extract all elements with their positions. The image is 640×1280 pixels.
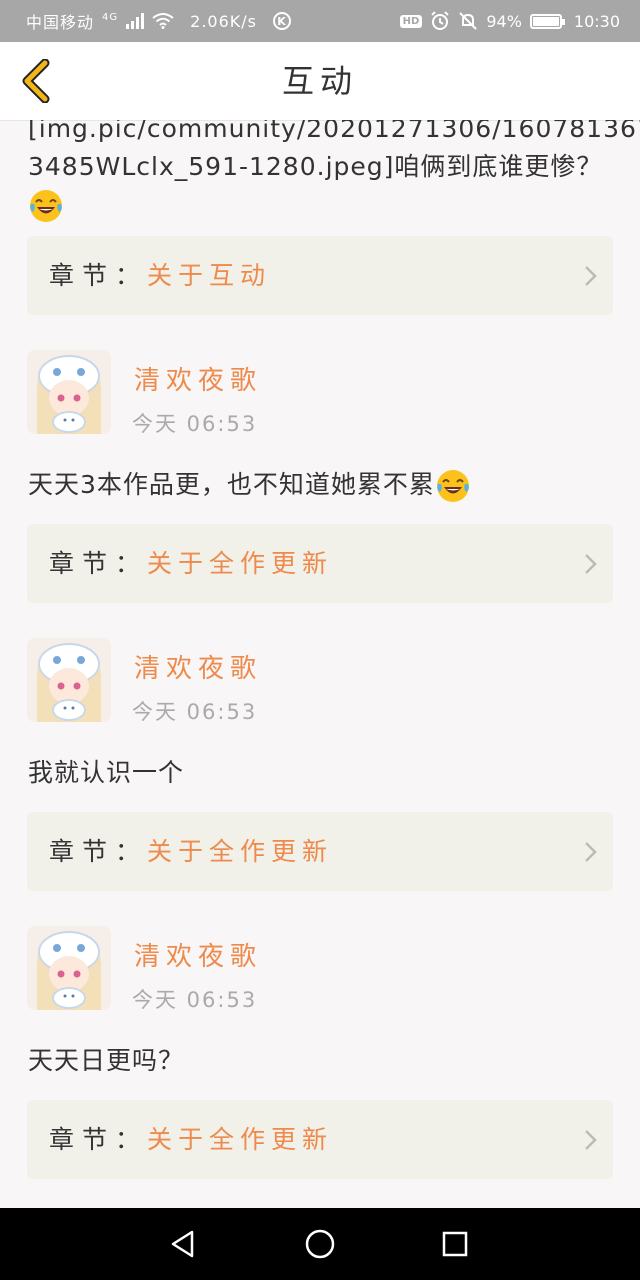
chapter-label: 章节： bbox=[49, 837, 149, 866]
post-text-content: 天天3本作品更，也不知道她累不累 bbox=[28, 470, 435, 499]
signal-icon bbox=[126, 13, 145, 29]
system-recents-button[interactable] bbox=[435, 1224, 475, 1264]
battery-percent: 94% bbox=[486, 11, 522, 31]
avatar[interactable] bbox=[27, 926, 111, 1010]
status-bar: 中国移动 4G 2.06K/s K HD 94% 10:30 bbox=[0, 0, 640, 42]
post-text: [img.pic/community/20201271306/160781361… bbox=[28, 120, 640, 224]
post-text: 天天3本作品更，也不知道她累不累 bbox=[28, 466, 471, 504]
post-text: 天天日更吗？ bbox=[28, 1046, 185, 1075]
post-time: 今天 06:53 bbox=[132, 700, 258, 724]
system-home-button[interactable] bbox=[300, 1224, 340, 1264]
triangle-back-icon bbox=[171, 1230, 194, 1258]
page-title: 互动 bbox=[281, 62, 358, 100]
clock: 10:30 bbox=[573, 11, 620, 31]
chapter-title: 关于全作更新 bbox=[147, 1125, 334, 1154]
comment-list[interactable]: [img.pic/community/20201271306/160781361… bbox=[0, 120, 640, 1208]
chapter-title: 关于互动 bbox=[147, 261, 272, 290]
network-speed: 2.06K/s bbox=[190, 11, 257, 31]
chapter-label: 章节： bbox=[49, 549, 149, 578]
chevron-right-icon bbox=[585, 554, 597, 574]
circle-home-icon bbox=[305, 1229, 335, 1259]
username[interactable]: 清欢夜歌 bbox=[134, 936, 262, 973]
chapter-label: 章节： bbox=[49, 1125, 149, 1154]
post-time: 今天 06:53 bbox=[132, 988, 258, 1012]
chevron-right-icon bbox=[585, 266, 597, 286]
chapter-link[interactable]: 章节： 关于全作更新 bbox=[27, 1100, 613, 1179]
network-type: 4G bbox=[102, 11, 119, 23]
chevron-right-icon bbox=[585, 842, 597, 862]
square-recents-icon bbox=[442, 1231, 468, 1257]
post-text-line: [img.pic/community/20201271306/160781361… bbox=[28, 120, 640, 143]
system-navigation-bar bbox=[0, 1208, 640, 1280]
username[interactable]: 清欢夜歌 bbox=[134, 360, 262, 397]
chapter-link[interactable]: 章节： 关于互动 bbox=[27, 236, 613, 315]
chapter-title: 关于全作更新 bbox=[147, 549, 334, 578]
chapter-link[interactable]: 章节： 关于全作更新 bbox=[27, 524, 613, 603]
mute-bell-icon bbox=[459, 12, 478, 30]
username[interactable]: 清欢夜歌 bbox=[134, 648, 262, 685]
chapter-label: 章节： bbox=[49, 261, 149, 290]
carrier-label: 中国移动 bbox=[26, 13, 95, 32]
laughing-tears-emoji-icon bbox=[30, 190, 62, 222]
laughing-tears-emoji-icon bbox=[436, 470, 469, 502]
avatar[interactable] bbox=[27, 638, 111, 722]
system-back-button[interactable] bbox=[163, 1224, 203, 1264]
post-time: 今天 06:53 bbox=[132, 412, 258, 436]
k-app-icon: K bbox=[272, 12, 291, 30]
chapter-link[interactable]: 章节： 关于全作更新 bbox=[27, 812, 613, 891]
chevron-right-icon bbox=[585, 1130, 597, 1150]
alarm-icon bbox=[431, 11, 450, 30]
chapter-title: 关于全作更新 bbox=[147, 837, 334, 866]
battery-icon bbox=[529, 13, 565, 29]
post-text: 我就认识一个 bbox=[28, 758, 185, 787]
header-bar: 互动 bbox=[0, 42, 640, 121]
post-text-line: 3485WLclx_591-1280.jpeg]咱俩到底谁更惨？ bbox=[28, 152, 603, 181]
hd-icon: HD bbox=[399, 14, 423, 28]
wifi-icon bbox=[152, 13, 174, 29]
avatar[interactable] bbox=[27, 350, 111, 434]
